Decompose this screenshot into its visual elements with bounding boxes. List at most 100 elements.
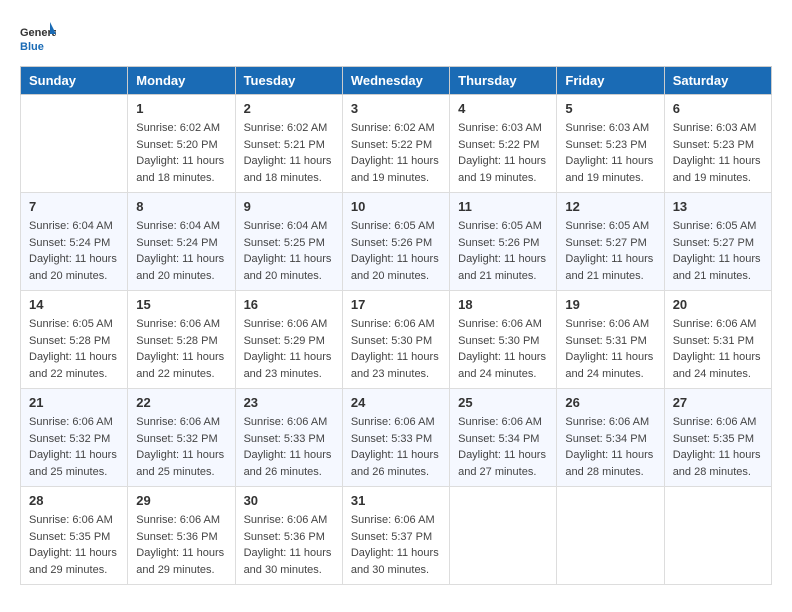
calendar-cell — [21, 95, 128, 193]
day-number: 9 — [244, 199, 334, 214]
calendar-cell: 12Sunrise: 6:05 AMSunset: 5:27 PMDayligh… — [557, 193, 664, 291]
day-info: Sunrise: 6:03 AMSunset: 5:23 PMDaylight:… — [565, 120, 655, 186]
calendar-cell: 24Sunrise: 6:06 AMSunset: 5:33 PMDayligh… — [342, 389, 449, 487]
day-info: Sunrise: 6:06 AMSunset: 5:37 PMDaylight:… — [351, 512, 441, 578]
calendar-week-row: 14 Sunrise: 6:05 AMSunset: 5:28 PMDayligh… — [21, 291, 772, 389]
day-number: 6 — [673, 101, 763, 116]
day-info: Sunrise: 6:02 AMSunset: 5:20 PMDaylight:… — [136, 120, 226, 186]
day-number: 14 — [29, 297, 119, 312]
day-number: 29 — [136, 493, 226, 508]
calendar-week-row: 7 Sunrise: 6:04 AMSunset: 5:24 PMDaylight… — [21, 193, 772, 291]
day-number: 11 — [458, 199, 548, 214]
page-header: General Blue — [20, 20, 772, 56]
calendar-cell: 3 Sunrise: 6:02 AMSunset: 5:22 PMDaylight… — [342, 95, 449, 193]
day-number: 17 — [351, 297, 441, 312]
calendar-cell: 17 Sunrise: 6:06 AMSunset: 5:30 PMDayligh… — [342, 291, 449, 389]
day-number: 22 — [136, 395, 226, 410]
day-number: 21 — [29, 395, 119, 410]
calendar-cell — [664, 487, 771, 585]
weekday-header: Friday — [557, 67, 664, 95]
day-info: Sunrise: 6:06 AMSunset: 5:31 PMDaylight:… — [565, 316, 655, 382]
day-number: 31 — [351, 493, 441, 508]
day-info: Sunrise: 6:06 AMSunset: 5:35 PMDaylight:… — [29, 512, 119, 578]
calendar-cell: 6 Sunrise: 6:03 AMSunset: 5:23 PMDaylight… — [664, 95, 771, 193]
calendar-header-row: SundayMondayTuesdayWednesdayThursdayFrid… — [21, 67, 772, 95]
day-number: 8 — [136, 199, 226, 214]
day-info: Sunrise: 6:05 AMSunset: 5:28 PMDaylight:… — [29, 316, 119, 382]
calendar-cell: 14 Sunrise: 6:05 AMSunset: 5:28 PMDayligh… — [21, 291, 128, 389]
day-info: Sunrise: 6:03 AMSunset: 5:23 PMDaylight:… — [673, 120, 763, 186]
calendar-week-row: 21 Sunrise: 6:06 AMSunset: 5:32 PMDayligh… — [21, 389, 772, 487]
day-info: Sunrise: 6:06 AMSunset: 5:28 PMDaylight:… — [136, 316, 226, 382]
calendar-cell: 22 Sunrise: 6:06 AMSunset: 5:32 PMDayligh… — [128, 389, 235, 487]
calendar-cell: 18 Sunrise: 6:06 AMSunset: 5:30 PMDayligh… — [450, 291, 557, 389]
day-info: Sunrise: 6:02 AMSunset: 5:21 PMDaylight:… — [244, 120, 334, 186]
day-info: Sunrise: 6:06 AMSunset: 5:30 PMDaylight:… — [351, 316, 441, 382]
day-number: 7 — [29, 199, 119, 214]
day-number: 26 — [565, 395, 655, 410]
calendar-cell: 25 Sunrise: 6:06 AMSunset: 5:34 PMDayligh… — [450, 389, 557, 487]
calendar-cell: 20 Sunrise: 6:06 AMSunset: 5:31 PMDayligh… — [664, 291, 771, 389]
calendar-cell: 19 Sunrise: 6:06 AMSunset: 5:31 PMDayligh… — [557, 291, 664, 389]
day-info: Sunrise: 6:06 AMSunset: 5:29 PMDaylight:… — [244, 316, 334, 382]
day-info: Sunrise: 6:06 AMSunset: 5:32 PMDaylight:… — [29, 414, 119, 480]
day-info: Sunrise: 6:05 AMSunset: 5:27 PMDaylight:… — [673, 218, 763, 284]
calendar-cell: 13 Sunrise: 6:05 AMSunset: 5:27 PMDayligh… — [664, 193, 771, 291]
weekday-header: Wednesday — [342, 67, 449, 95]
weekday-header: Tuesday — [235, 67, 342, 95]
calendar-cell: 28Sunrise: 6:06 AMSunset: 5:35 PMDayligh… — [21, 487, 128, 585]
day-info: Sunrise: 6:06 AMSunset: 5:33 PMDaylight:… — [351, 414, 441, 480]
day-info: Sunrise: 6:04 AMSunset: 5:25 PMDaylight:… — [244, 218, 334, 284]
day-number: 20 — [673, 297, 763, 312]
day-info: Sunrise: 6:06 AMSunset: 5:36 PMDaylight:… — [244, 512, 334, 578]
day-number: 1 — [136, 101, 226, 116]
calendar-cell: 11Sunrise: 6:05 AMSunset: 5:26 PMDayligh… — [450, 193, 557, 291]
calendar-week-row: 28Sunrise: 6:06 AMSunset: 5:35 PMDayligh… — [21, 487, 772, 585]
calendar-cell: 10 Sunrise: 6:05 AMSunset: 5:26 PMDayligh… — [342, 193, 449, 291]
day-info: Sunrise: 6:06 AMSunset: 5:30 PMDaylight:… — [458, 316, 548, 382]
calendar-cell — [450, 487, 557, 585]
day-number: 19 — [565, 297, 655, 312]
day-number: 10 — [351, 199, 441, 214]
calendar-cell: 27Sunrise: 6:06 AMSunset: 5:35 PMDayligh… — [664, 389, 771, 487]
calendar-cell: 9 Sunrise: 6:04 AMSunset: 5:25 PMDaylight… — [235, 193, 342, 291]
day-number: 27 — [673, 395, 763, 410]
calendar-cell: 1 Sunrise: 6:02 AMSunset: 5:20 PMDaylight… — [128, 95, 235, 193]
day-number: 13 — [673, 199, 763, 214]
day-number: 2 — [244, 101, 334, 116]
calendar-cell: 5 Sunrise: 6:03 AMSunset: 5:23 PMDaylight… — [557, 95, 664, 193]
day-info: Sunrise: 6:06 AMSunset: 5:33 PMDaylight:… — [244, 414, 334, 480]
day-info: Sunrise: 6:05 AMSunset: 5:26 PMDaylight:… — [351, 218, 441, 284]
logo-bird-icon: General Blue — [20, 20, 56, 56]
calendar-cell: 16 Sunrise: 6:06 AMSunset: 5:29 PMDayligh… — [235, 291, 342, 389]
day-number: 3 — [351, 101, 441, 116]
calendar-cell: 26 Sunrise: 6:06 AMSunset: 5:34 PMDayligh… — [557, 389, 664, 487]
calendar-cell: 15Sunrise: 6:06 AMSunset: 5:28 PMDayligh… — [128, 291, 235, 389]
calendar-cell: 23Sunrise: 6:06 AMSunset: 5:33 PMDayligh… — [235, 389, 342, 487]
day-info: Sunrise: 6:04 AMSunset: 5:24 PMDaylight:… — [29, 218, 119, 284]
weekday-header: Thursday — [450, 67, 557, 95]
day-number: 16 — [244, 297, 334, 312]
calendar-week-row: 1 Sunrise: 6:02 AMSunset: 5:20 PMDaylight… — [21, 95, 772, 193]
calendar-cell: 4Sunrise: 6:03 AMSunset: 5:22 PMDaylight… — [450, 95, 557, 193]
day-info: Sunrise: 6:02 AMSunset: 5:22 PMDaylight:… — [351, 120, 441, 186]
calendar-cell: 2 Sunrise: 6:02 AMSunset: 5:21 PMDaylight… — [235, 95, 342, 193]
calendar-cell: 31 Sunrise: 6:06 AMSunset: 5:37 PMDayligh… — [342, 487, 449, 585]
day-info: Sunrise: 6:06 AMSunset: 5:32 PMDaylight:… — [136, 414, 226, 480]
svg-text:Blue: Blue — [20, 41, 44, 53]
day-info: Sunrise: 6:06 AMSunset: 5:34 PMDaylight:… — [458, 414, 548, 480]
calendar-cell: 21 Sunrise: 6:06 AMSunset: 5:32 PMDayligh… — [21, 389, 128, 487]
day-info: Sunrise: 6:06 AMSunset: 5:31 PMDaylight:… — [673, 316, 763, 382]
day-info: Sunrise: 6:03 AMSunset: 5:22 PMDaylight:… — [458, 120, 548, 186]
weekday-header: Sunday — [21, 67, 128, 95]
day-info: Sunrise: 6:06 AMSunset: 5:36 PMDaylight:… — [136, 512, 226, 578]
day-number: 12 — [565, 199, 655, 214]
day-number: 18 — [458, 297, 548, 312]
day-info: Sunrise: 6:06 AMSunset: 5:34 PMDaylight:… — [565, 414, 655, 480]
day-number: 5 — [565, 101, 655, 116]
logo: General Blue — [20, 20, 56, 56]
day-number: 25 — [458, 395, 548, 410]
calendar-table: SundayMondayTuesdayWednesdayThursdayFrid… — [20, 66, 772, 585]
weekday-header: Saturday — [664, 67, 771, 95]
day-number: 30 — [244, 493, 334, 508]
